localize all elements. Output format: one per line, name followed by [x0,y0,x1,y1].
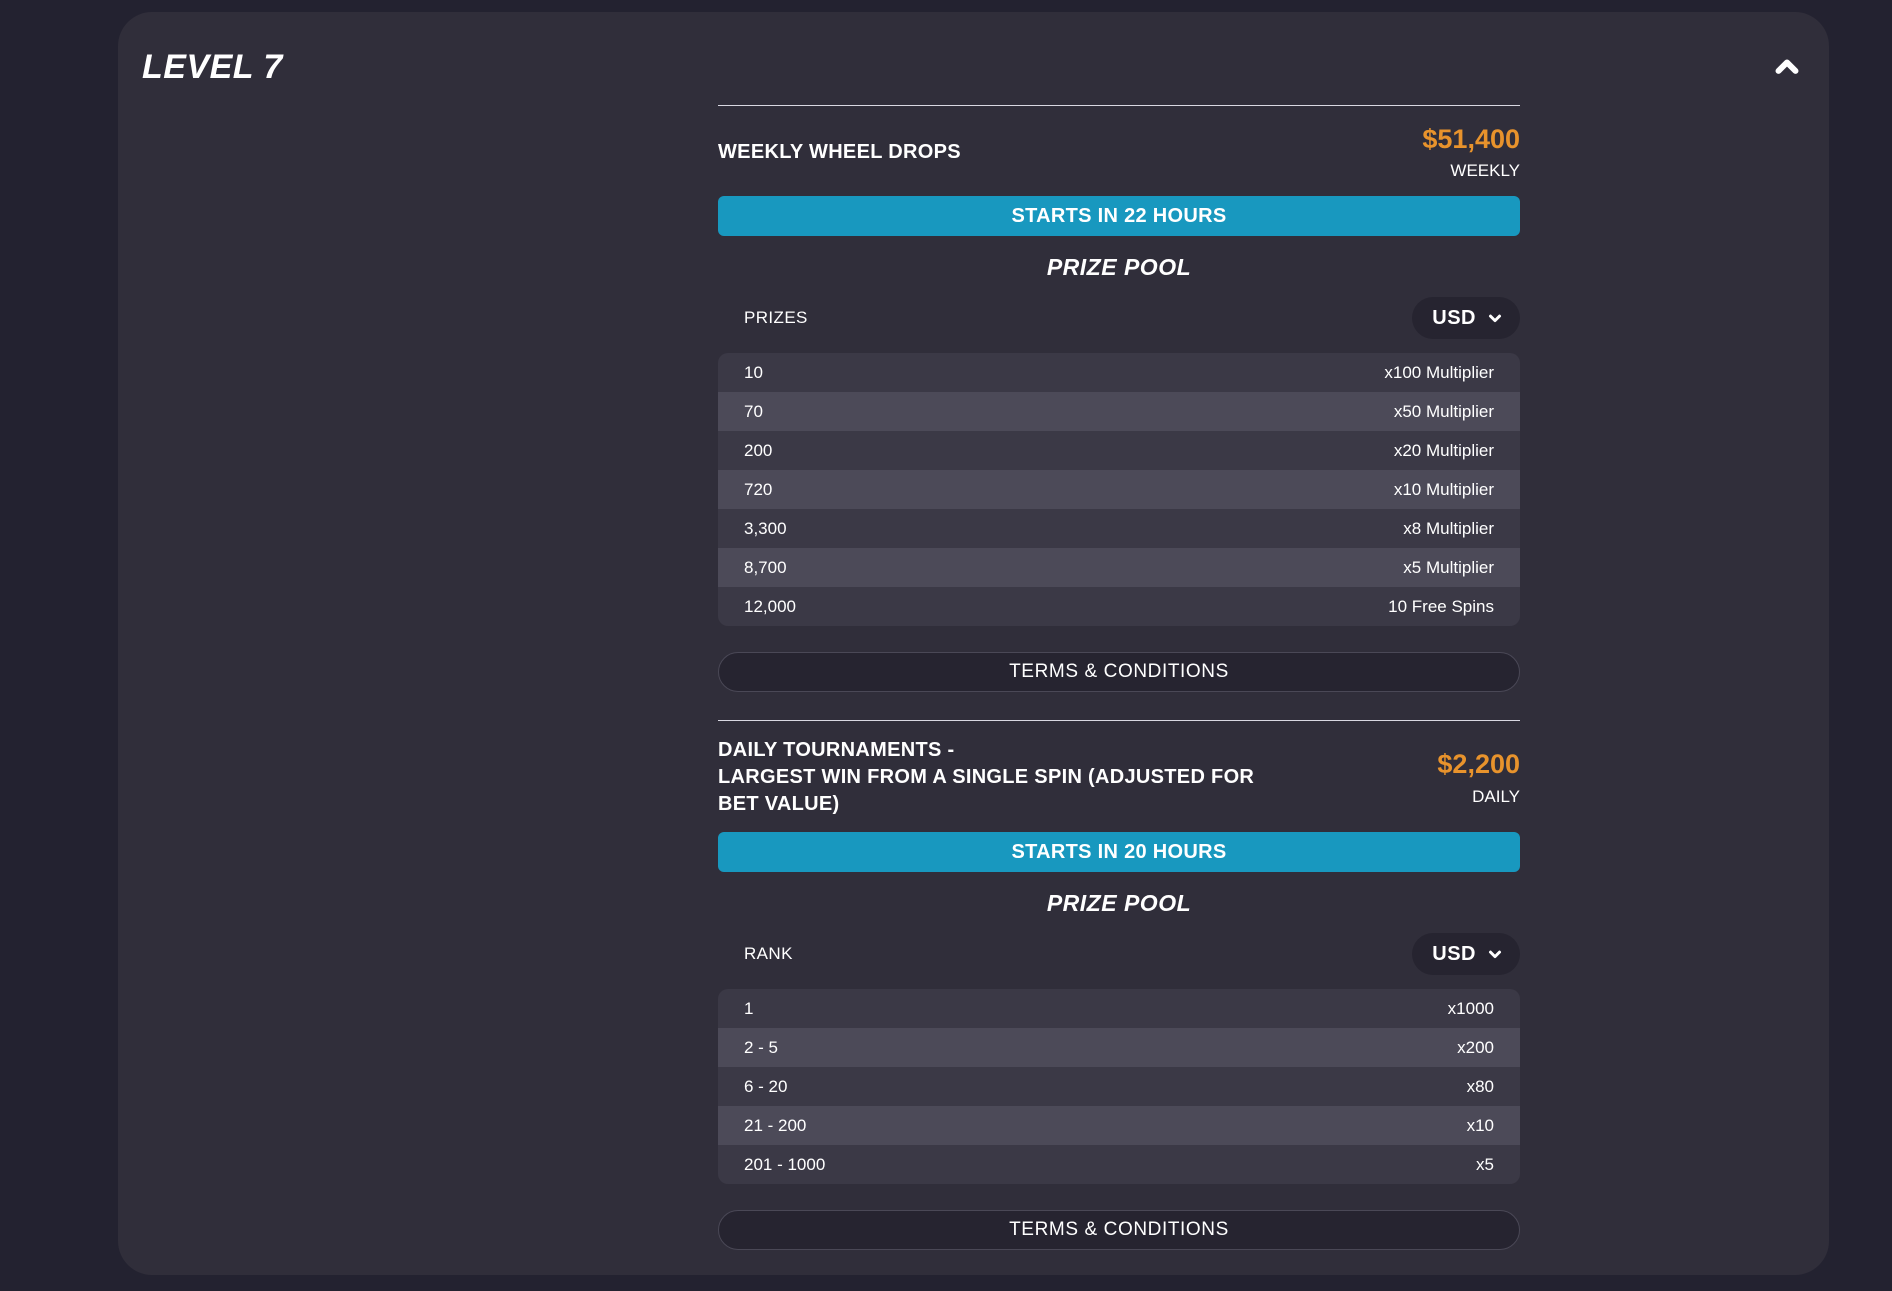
prize-table: 10 x100 Multiplier 70 x50 Multiplier 200… [718,353,1520,626]
prize-amount: $2,200 [1437,748,1520,780]
promotions-content: WEEKLY WHEEL DROPS $51,400 WEEKLY STARTS… [718,12,1520,1250]
row-prize: 10 [744,363,763,383]
chevron-up-icon [1770,49,1804,83]
table-row: 200 x20 Multiplier [718,431,1520,470]
row-value: x50 Multiplier [1394,402,1494,422]
currency-selector[interactable]: USD [1412,297,1520,339]
section-header: WEEKLY WHEEL DROPS $51,400 WEEKLY [718,122,1520,182]
row-rank: 1 [744,999,753,1019]
countdown-button[interactable]: STARTS IN 20 HOURS [718,832,1520,872]
row-rank: 2 - 5 [744,1038,778,1058]
row-value: x20 Multiplier [1394,441,1494,461]
table-row: 1 x1000 [718,989,1520,1028]
prize-table: 1 x1000 2 - 5 x200 6 - 20 x80 21 - 200 x… [718,989,1520,1184]
section-divider [718,105,1520,106]
prize-amount-stack: $2,200 DAILY [1437,748,1520,807]
chevron-down-icon [1486,309,1504,327]
terms-conditions-button[interactable]: TERMS & CONDITIONS [718,652,1520,692]
prize-amount: $51,400 [1422,123,1520,155]
table-row: 12,000 10 Free Spins [718,587,1520,626]
table-header: RANK USD [718,933,1520,975]
currency-selector[interactable]: USD [1412,933,1520,975]
prize-period: DAILY [1437,787,1520,807]
row-value: x5 [1476,1155,1494,1175]
row-rank: 21 - 200 [744,1116,806,1136]
row-value: x80 [1467,1077,1494,1097]
prize-pool-heading: PRIZE POOL [718,254,1520,281]
table-row: 8,700 x5 Multiplier [718,548,1520,587]
collapse-button[interactable] [1767,46,1807,86]
terms-conditions-button[interactable]: TERMS & CONDITIONS [718,1210,1520,1250]
row-prize: 3,300 [744,519,787,539]
section-title: DAILY TOURNAMENTS - LARGEST WIN FROM A S… [718,737,1258,818]
column-label: RANK [744,944,793,964]
section-title: WEEKLY WHEEL DROPS [718,139,961,166]
section-title-line1: DAILY TOURNAMENTS - [718,737,1258,764]
row-value: 10 Free Spins [1388,597,1494,617]
row-value: x8 Multiplier [1403,519,1494,539]
section-divider [718,720,1520,721]
table-row: 201 - 1000 x5 [718,1145,1520,1184]
row-value: x5 Multiplier [1403,558,1494,578]
prize-amount-stack: $51,400 WEEKLY [1422,123,1520,182]
currency-value: USD [1432,307,1476,330]
row-rank: 6 - 20 [744,1077,787,1097]
currency-value: USD [1432,943,1476,966]
row-rank: 201 - 1000 [744,1155,825,1175]
level-card: LEVEL 7 WEEKLY WHEEL DROPS $51,400 WEEKL… [118,12,1829,1275]
column-label: PRIZES [744,308,808,328]
row-prize: 12,000 [744,597,796,617]
table-row: 3,300 x8 Multiplier [718,509,1520,548]
prize-period: WEEKLY [1422,161,1520,181]
table-row: 6 - 20 x80 [718,1067,1520,1106]
row-value: x10 Multiplier [1394,480,1494,500]
table-row: 10 x100 Multiplier [718,353,1520,392]
row-prize: 720 [744,480,772,500]
prize-pool-heading: PRIZE POOL [718,890,1520,917]
row-prize: 200 [744,441,772,461]
page-title: LEVEL 7 [142,48,283,87]
table-row: 70 x50 Multiplier [718,392,1520,431]
chevron-down-icon [1486,945,1504,963]
table-row: 21 - 200 x10 [718,1106,1520,1145]
table-header: PRIZES USD [718,297,1520,339]
countdown-button[interactable]: STARTS IN 22 HOURS [718,196,1520,236]
section-title-line2: LARGEST WIN FROM A SINGLE SPIN (ADJUSTED… [718,764,1258,818]
row-prize: 70 [744,402,763,422]
row-value: x10 [1467,1116,1494,1136]
row-value: x200 [1457,1038,1494,1058]
row-value: x1000 [1448,999,1494,1019]
table-row: 720 x10 Multiplier [718,470,1520,509]
row-value: x100 Multiplier [1384,363,1494,383]
table-row: 2 - 5 x200 [718,1028,1520,1067]
row-prize: 8,700 [744,558,787,578]
section-header: DAILY TOURNAMENTS - LARGEST WIN FROM A S… [718,737,1520,818]
